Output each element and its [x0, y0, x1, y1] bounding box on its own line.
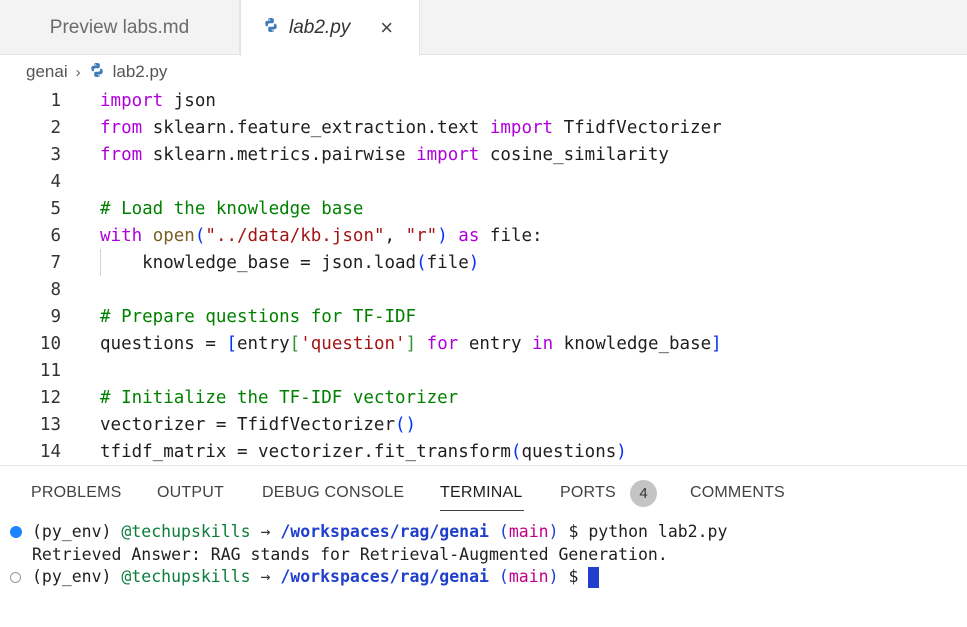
- terminal-cursor: [588, 567, 600, 588]
- code-line[interactable]: 10 questions = [entry['question'] for en…: [0, 330, 967, 357]
- command-success-dot-icon[interactable]: [10, 526, 22, 538]
- line-number: 5: [50, 198, 61, 219]
- line-number: 12: [39, 387, 61, 408]
- python-file-icon: [89, 62, 113, 83]
- code-comment: # Prepare questions for TF-IDF: [100, 306, 417, 327]
- code-text: knowledge_base = json.load(file): [100, 252, 480, 273]
- breadcrumb-folder[interactable]: genai: [26, 62, 68, 82]
- bottom-panel: PROBLEMS OUTPUT DEBUG CONSOLE TERMINAL P…: [0, 465, 967, 627]
- code-line[interactable]: 9 # Prepare questions for TF-IDF: [0, 303, 967, 330]
- code-line[interactable]: 14 tfidf_matrix = vectorizer.fit_transfo…: [0, 438, 967, 464]
- breadcrumb-file[interactable]: lab2.py: [113, 62, 168, 82]
- line-number: 1: [50, 90, 61, 111]
- line-number: 9: [50, 306, 61, 327]
- tab-label: lab2.py: [289, 17, 351, 38]
- code-comment: # Load the knowledge base: [100, 198, 364, 219]
- line-number: 10: [39, 333, 61, 354]
- panel-tab-bar: PROBLEMS OUTPUT DEBUG CONSOLE TERMINAL P…: [0, 466, 967, 518]
- tab-output[interactable]: OUTPUT: [157, 484, 224, 502]
- code-line[interactable]: 5 # Load the knowledge base: [0, 195, 967, 222]
- code-line[interactable]: 8: [0, 276, 967, 303]
- tab-lab2-py[interactable]: lab2.py ×: [240, 0, 420, 56]
- line-number: 4: [50, 171, 61, 192]
- command-pending-dot-icon[interactable]: [10, 572, 21, 583]
- code-line[interactable]: 11: [0, 357, 967, 384]
- python-file-icon: [263, 17, 279, 39]
- line-number: 14: [39, 441, 61, 462]
- tab-preview-labs-md[interactable]: Preview labs.md: [0, 0, 240, 55]
- line-number: 13: [39, 414, 61, 435]
- breadcrumb: genai › lab2.py: [26, 60, 167, 84]
- code-text: questions = [entry['question'] for entry…: [100, 333, 722, 354]
- chevron-right-icon: ›: [75, 63, 81, 81]
- tab-label: Preview labs.md: [49, 16, 190, 38]
- code-line[interactable]: 13 vectorizer = TfidfVectorizer(): [0, 411, 967, 438]
- code-text: tfidf_matrix = vectorizer.fit_transform(…: [100, 441, 627, 462]
- code-line[interactable]: 12 # Initialize the TF-IDF vectorizer: [0, 384, 967, 411]
- tab-ports[interactable]: PORTS: [560, 484, 616, 502]
- tab-problems[interactable]: PROBLEMS: [31, 484, 122, 502]
- code-comment: # Initialize the TF-IDF vectorizer: [100, 387, 459, 408]
- code-line[interactable]: 7 knowledge_base = json.load(file): [0, 249, 967, 276]
- code-text: from sklearn.feature_extraction.text imp…: [100, 117, 722, 138]
- code-line[interactable]: 1 import json: [0, 87, 967, 114]
- line-number: 3: [50, 144, 61, 165]
- line-number: 6: [50, 225, 61, 246]
- line-number: 11: [39, 360, 61, 381]
- tab-comments[interactable]: COMMENTS: [690, 484, 785, 502]
- line-number: 2: [50, 117, 61, 138]
- code-line[interactable]: 3 from sklearn.metrics.pairwise import c…: [0, 141, 967, 168]
- tab-terminal[interactable]: TERMINAL: [440, 484, 523, 502]
- close-icon[interactable]: ×: [380, 15, 393, 41]
- code-text: vectorizer = TfidfVectorizer(): [100, 414, 417, 435]
- code-text: from sklearn.metrics.pairwise import cos…: [100, 144, 669, 165]
- active-tab-indicator: [440, 510, 524, 511]
- ports-count-badge: 4: [630, 480, 657, 507]
- code-line[interactable]: 6 with open("../data/kb.json", "r") as f…: [0, 222, 967, 249]
- code-editor[interactable]: 1 import json 2 from sklearn.feature_ext…: [0, 87, 967, 464]
- code-text: import json: [100, 90, 216, 111]
- editor-tab-bar: Preview labs.md lab2.py ×: [0, 0, 967, 56]
- code-line[interactable]: 4: [0, 168, 967, 195]
- line-number: 7: [50, 252, 61, 273]
- code-line[interactable]: 2 from sklearn.feature_extraction.text i…: [0, 114, 967, 141]
- line-number: 8: [50, 279, 61, 300]
- code-text: with open("../data/kb.json", "r") as fil…: [100, 225, 543, 246]
- terminal-output-text: Retrieved Answer: RAG stands for Retriev…: [32, 545, 668, 564]
- tab-debug-console[interactable]: DEBUG CONSOLE: [262, 484, 404, 502]
